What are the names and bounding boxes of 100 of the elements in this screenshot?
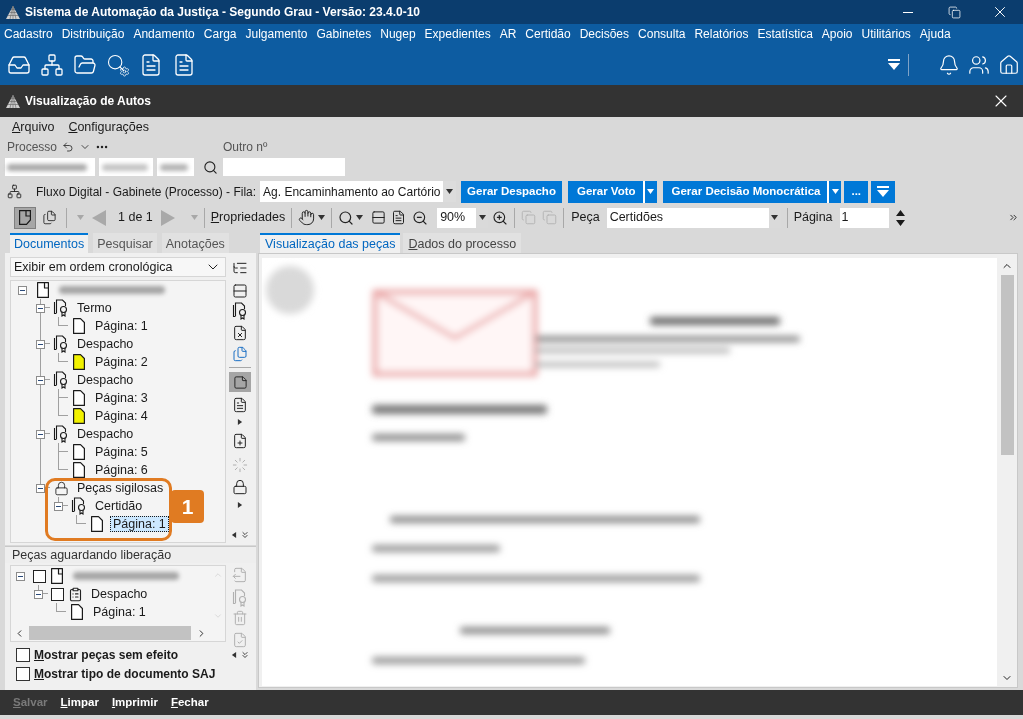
overflow-chevron-icon[interactable] [1008, 212, 1019, 223]
tree-item[interactable]: Página: 2 [92, 354, 151, 370]
tab[interactable]: Visualização das peças [260, 233, 401, 253]
search-settings-icon[interactable] [106, 52, 130, 77]
tree-item[interactable]: Despacho [88, 586, 151, 602]
notification-bell-icon[interactable] [938, 53, 960, 76]
chevrons-down-icon[interactable] [239, 530, 250, 540]
menu-item[interactable]: Decisões [579, 25, 630, 43]
search-icon[interactable] [203, 159, 218, 175]
action-button[interactable]: Gerar Voto [567, 180, 643, 203]
checkbox[interactable] [33, 569, 46, 583]
menu-item[interactable]: Expedientes [424, 25, 491, 43]
action-button[interactable]: Gerar Decisão Monocrática [662, 180, 828, 203]
document-x-icon[interactable] [232, 325, 248, 341]
tab[interactable]: Anotações [161, 233, 229, 253]
undo-icon[interactable] [62, 141, 75, 153]
tree-item[interactable]: Certidão [92, 498, 146, 514]
tree-item[interactable]: Termo [74, 300, 115, 316]
view-mode-button[interactable] [14, 206, 36, 229]
tree-item[interactable]: Despacho [74, 426, 137, 442]
minus-box-icon[interactable] [18, 285, 27, 295]
menu-item[interactable]: Nugep [380, 25, 416, 43]
menu-item[interactable]: Certidão [525, 25, 571, 43]
menu-item[interactable]: Gabinetes [316, 25, 372, 43]
lock-icon[interactable] [232, 479, 248, 495]
split-dropdown-button[interactable] [827, 180, 842, 203]
process-number-field[interactable] [5, 158, 95, 176]
checkbox[interactable] [16, 667, 30, 681]
document-icon[interactable] [172, 52, 196, 77]
scrollbar-thumb[interactable] [29, 626, 191, 640]
menu-item[interactable]: Apoio [821, 25, 853, 43]
spinner-arrows-icon[interactable] [895, 209, 905, 226]
scrollbar-thumb[interactable] [1000, 275, 1014, 455]
menu-item[interactable]: Estatística [757, 25, 813, 43]
zoom-out-icon[interactable] [412, 209, 429, 226]
action-button[interactable]: Gerar Despacho [461, 180, 562, 203]
menu-item[interactable]: Ajuda [919, 25, 951, 43]
expand-button[interactable] [871, 180, 896, 203]
chevrons-down-icon[interactable] [239, 650, 250, 660]
tree-item[interactable]: Página: 1 [110, 516, 169, 532]
minus-box-icon[interactable] [36, 303, 45, 313]
tree-item[interactable]: Despacho [74, 372, 137, 388]
menu-item[interactable]: Andamento [133, 25, 195, 43]
minus-box-icon[interactable] [36, 339, 45, 349]
minus-box-icon[interactable] [54, 501, 63, 511]
menu-item[interactable]: Julgamento [245, 25, 308, 43]
tree-view-icon[interactable] [232, 260, 248, 276]
notes-toggle[interactable] [229, 372, 251, 392]
checkbox[interactable] [51, 587, 64, 601]
document-icon[interactable] [391, 210, 407, 225]
rows-icon[interactable] [232, 283, 248, 299]
documents-icon[interactable] [232, 346, 248, 362]
menu-item[interactable]: Consulta [638, 25, 686, 43]
other-number-field[interactable] [223, 158, 345, 176]
footer-button[interactable]: Imprimir [111, 693, 158, 712]
tree-item[interactable]: Peças sigilosas [74, 480, 167, 496]
tree-item[interactable]: Página: 1 [90, 604, 149, 620]
minus-box-icon[interactable] [36, 429, 45, 439]
footer-button[interactable]: Limpar [60, 693, 99, 712]
tab[interactable]: Pesquisar [93, 233, 157, 253]
footer-button[interactable]: Fechar [170, 693, 209, 712]
menu-item[interactable]: Arquivo [12, 118, 55, 137]
menu-item[interactable]: Cadastro [4, 25, 53, 43]
page-field[interactable]: 1 [839, 207, 889, 228]
properties-button[interactable]: Propriedades [210, 208, 286, 227]
tree-item[interactable]: Página: 1 [92, 318, 151, 334]
zoom-select[interactable]: 90% [437, 207, 489, 228]
tab[interactable]: Dados do processo [403, 233, 522, 253]
caret-down-icon[interactable] [888, 59, 900, 70]
order-select[interactable]: Exibir em ordem cronológica [10, 257, 226, 277]
search-icon[interactable] [338, 209, 355, 226]
tree-item[interactable]: Página: 6 [92, 462, 151, 478]
folder-icon[interactable] [73, 52, 97, 77]
menu-item[interactable]: Configurações [68, 118, 149, 137]
hand-icon[interactable] [298, 209, 316, 226]
piece-select[interactable]: Certidões [606, 207, 781, 228]
users-icon[interactable] [968, 53, 990, 76]
minus-box-icon[interactable] [16, 571, 25, 581]
zoom-in-icon[interactable] [492, 209, 509, 226]
action-button[interactable]: ... [844, 180, 869, 203]
document-plus-icon[interactable] [232, 433, 248, 449]
tree-item[interactable]: Página: 3 [92, 390, 151, 406]
sitemap-icon[interactable] [40, 52, 64, 77]
tree-item[interactable]: Despacho [74, 336, 137, 352]
menu-item[interactable]: Carga [203, 25, 237, 43]
menu-item[interactable]: Relatórios [694, 25, 749, 43]
rows-icon[interactable] [371, 210, 387, 225]
process-number-field[interactable] [157, 158, 194, 176]
home-icon[interactable] [998, 53, 1020, 76]
document-list-icon[interactable] [232, 397, 248, 413]
menu-item[interactable]: Distribuição [61, 25, 125, 43]
queue-select[interactable]: Ag. Encaminhamento ao Cartório [260, 181, 457, 202]
process-number-field[interactable] [99, 158, 153, 176]
menu-item[interactable]: AR [499, 25, 517, 43]
minus-box-icon[interactable] [36, 375, 45, 385]
tree-item[interactable]: Página: 4 [92, 408, 151, 424]
checkbox[interactable] [16, 648, 30, 662]
document-icon[interactable] [139, 52, 163, 77]
menu-item[interactable]: Utilitários [861, 25, 911, 43]
tab[interactable]: Documentos [10, 233, 89, 253]
